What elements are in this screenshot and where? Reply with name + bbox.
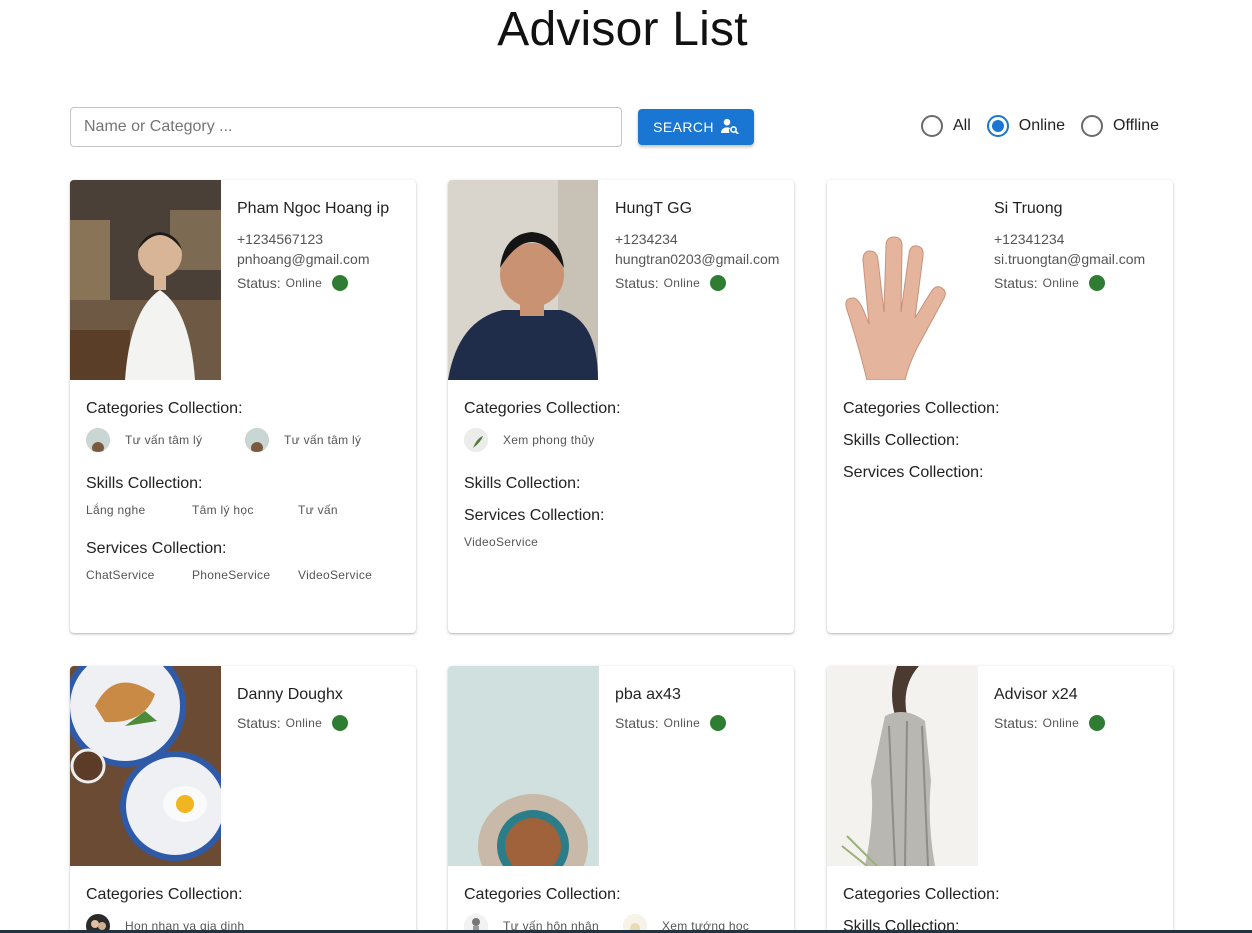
advisor-name: pba ax43	[615, 686, 681, 703]
skill-item: Lắng nghe	[86, 503, 146, 517]
categories-title: Categories Collection:	[843, 400, 1000, 417]
category-label: Tư vấn tâm lý	[284, 433, 362, 447]
filter-all-label: All	[953, 117, 971, 134]
advisor-status: Status: Online	[994, 715, 1167, 731]
advisor-status: Status: Online	[615, 715, 788, 731]
page-title: Advisor List	[497, 3, 748, 56]
search-input[interactable]	[70, 107, 622, 147]
services-title: Services Collection:	[843, 464, 984, 481]
advisor-photo	[70, 666, 221, 866]
advisor-photo	[448, 180, 598, 380]
category-item[interactable]: Tư vấn tâm lý	[86, 428, 245, 452]
category-avatar	[464, 428, 488, 452]
status-value: Online	[1042, 716, 1080, 730]
online-dot	[332, 275, 349, 291]
advisor-phone: +1234234	[615, 231, 678, 247]
advisor-photo	[827, 666, 978, 866]
filter-offline-radio[interactable]: Offline	[1081, 115, 1159, 137]
advisor-name: Pham Ngoc Hoang ip	[237, 200, 390, 217]
advisor-photo	[448, 666, 599, 866]
radio-online-circle[interactable]	[986, 115, 1009, 137]
status-label: Status:	[237, 715, 281, 731]
online-dot	[1089, 275, 1106, 291]
status-value: Online	[663, 276, 701, 290]
category-item[interactable]: Xem phong thủy	[464, 428, 629, 452]
advisor-status: Status: Online	[237, 715, 410, 731]
categories-title: Categories Collection:	[464, 886, 621, 903]
service-item: ChatService	[86, 568, 155, 582]
advisor-card[interactable]: pba ax43 Status: Online Categories Colle…	[448, 666, 794, 933]
filter-offline-label: Offline	[1113, 117, 1159, 134]
advisor-name: Danny Doughx	[237, 686, 343, 703]
advisor-email: pnhoang@gmail.com	[237, 251, 370, 267]
categories-title: Categories Collection:	[86, 400, 243, 417]
advisor-card[interactable]: Advisor x24 Status: Online Categories Co…	[827, 666, 1173, 933]
category-label: Tư vấn tâm lý	[125, 433, 203, 447]
service-item: PhoneService	[192, 568, 271, 582]
status-label: Status:	[615, 275, 659, 291]
skills-title: Skills Collection:	[464, 475, 581, 492]
filter-online-label: Online	[1018, 117, 1066, 134]
skills-title: Skills Collection:	[86, 475, 203, 492]
status-label: Status:	[994, 275, 1038, 291]
category-item[interactable]: Tư vấn tâm lý	[245, 428, 404, 452]
search-button-label: SEARCH	[653, 119, 714, 135]
advisor-card[interactable]: Danny Doughx Status: Online Categories C…	[70, 666, 416, 933]
status-label: Status:	[994, 715, 1038, 731]
advisor-status: Status: Online	[237, 275, 410, 291]
services-title: Services Collection:	[464, 507, 605, 524]
advisor-card[interactable]: HungT GG +1234234 hungtran0203@gmail.com…	[448, 180, 794, 633]
status-label: Status:	[237, 275, 281, 291]
category-avatar	[86, 428, 110, 452]
advisor-name: Advisor x24	[994, 686, 1078, 703]
service-item: VideoService	[298, 568, 373, 582]
advisor-card[interactable]: Pham Ngoc Hoang ip +1234567123 pnhoang@g…	[70, 180, 416, 633]
advisor-email: hungtran0203@gmail.com	[615, 251, 780, 267]
advisor-photo	[70, 180, 221, 380]
status-value: Online	[285, 276, 323, 290]
status-filter: All Online Offline	[921, 114, 1175, 138]
categories-title: Categories Collection:	[86, 886, 243, 903]
online-dot	[332, 715, 349, 731]
status-value: Online	[663, 716, 701, 730]
categories-title: Categories Collection:	[464, 400, 621, 417]
advisor-status: Status: Online	[615, 275, 788, 291]
advisor-email: si.truongtan@gmail.com	[994, 251, 1146, 267]
services-title: Services Collection:	[86, 540, 227, 557]
filter-all-radio[interactable]: All	[921, 115, 971, 137]
filter-online-radio[interactable]: Online	[986, 115, 1066, 137]
advisor-status: Status: Online	[994, 275, 1167, 291]
radio-all-circle[interactable]	[921, 115, 943, 137]
service-item: VideoService	[464, 535, 539, 549]
skill-item: Tư vấn	[298, 503, 338, 517]
advisor-name: Si Truong	[994, 200, 1063, 217]
radio-offline-circle[interactable]	[1081, 115, 1104, 137]
skill-item: Tâm lý học	[192, 503, 254, 517]
category-avatar	[245, 428, 269, 452]
status-label: Status:	[615, 715, 659, 731]
online-dot	[710, 715, 727, 731]
advisor-photo	[827, 180, 978, 380]
category-label: Xem phong thủy	[503, 433, 595, 447]
online-dot	[710, 275, 727, 291]
advisor-name: HungT GG	[615, 200, 693, 217]
status-value: Online	[285, 716, 323, 730]
online-dot	[1089, 715, 1106, 731]
advisor-phone: +12341234	[994, 231, 1065, 247]
status-value: Online	[1042, 276, 1080, 290]
advisor-card[interactable]: Si Truong +12341234 si.truongtan@gmail.c…	[827, 180, 1173, 633]
person-search-icon	[720, 118, 739, 137]
advisor-phone: +1234567123	[237, 231, 324, 247]
search-button[interactable]: SEARCH	[638, 109, 754, 145]
categories-title: Categories Collection:	[843, 886, 1000, 903]
skills-title: Skills Collection:	[843, 432, 960, 449]
